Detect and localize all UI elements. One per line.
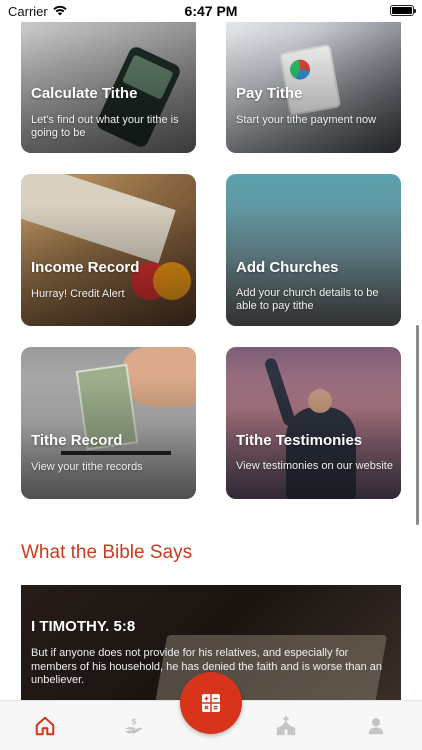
card-title: Add Churches: [236, 259, 339, 276]
scrollbar[interactable]: [416, 325, 419, 525]
giving-hand-icon: $: [124, 716, 143, 734]
tab-home[interactable]: [32, 713, 58, 739]
tab-churches[interactable]: [273, 713, 299, 739]
card-description: Add your church details to be able to pa…: [236, 287, 379, 312]
calculator-icon: [202, 694, 220, 712]
section-title: What the Bible Says: [21, 542, 193, 563]
add-churches-card[interactable]: Add Churches Add your church details to …: [226, 174, 401, 326]
profile-icon: [368, 718, 384, 735]
verse-reference: I TIMOTHY. 5:8: [31, 618, 136, 635]
income-record-card[interactable]: Income Record Hurray! Credit Alert: [21, 174, 196, 326]
tithe-testimonies-card[interactable]: Tithe Testimonies View testimonies on ou…: [226, 347, 401, 499]
tithe-record-card[interactable]: Tithe Record View your tithe records: [21, 347, 196, 499]
status-bar: Carrier 6:47 PM: [0, 0, 422, 22]
home-icon: [35, 716, 55, 736]
card-description: View your tithe records: [31, 461, 143, 473]
card-title: Income Record: [31, 259, 140, 276]
tab-bar: $: [0, 672, 422, 750]
clock-time: 6:47 PM: [184, 3, 238, 19]
tab-giving[interactable]: $: [121, 713, 147, 739]
card-title: Tithe Record: [31, 432, 123, 449]
card-description: Let's find out what your tithe is going …: [31, 114, 179, 139]
card-title: Tithe Testimonies: [236, 432, 363, 449]
calculate-tithe-card[interactable]: Calculate Tithe Let's find out what your…: [21, 0, 196, 153]
card-description: View testimonies on our website: [236, 460, 393, 472]
tab-profile[interactable]: [363, 713, 389, 739]
calculator-button[interactable]: [180, 672, 242, 734]
church-icon: [276, 715, 296, 736]
battery-icon: [390, 5, 416, 16]
card-description: Hurray! Credit Alert: [31, 288, 125, 300]
card-title: Calculate Tithe: [31, 85, 138, 102]
card-description: Start your tithe payment now: [236, 114, 377, 126]
pay-tithe-card[interactable]: Pay Tithe Start your tithe payment now: [226, 0, 401, 153]
card-title: Pay Tithe: [236, 85, 303, 102]
svg-text:$: $: [131, 716, 137, 726]
